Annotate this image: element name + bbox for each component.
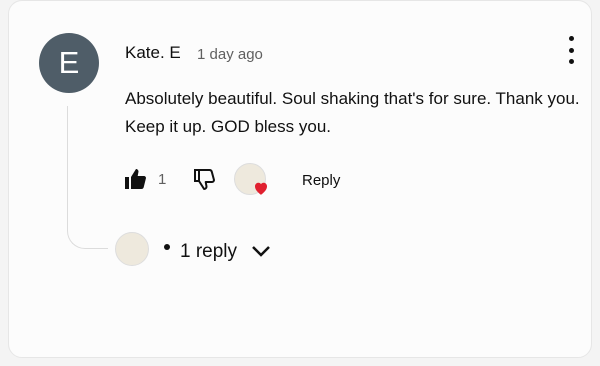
comment-text: Absolutely beautiful. Soul shaking that'… [125, 89, 580, 136]
author-name[interactable]: Kate. E [125, 43, 181, 63]
creator-heart [232, 161, 272, 201]
reply-dot [164, 244, 170, 250]
replies-toggle[interactable]: 1 reply [180, 241, 237, 263]
more-vert-icon [568, 36, 574, 41]
more-options-button[interactable] [563, 36, 579, 64]
reply-button[interactable]: Reply [302, 172, 340, 189]
heart-icon [255, 182, 267, 195]
avatar-initial: E [58, 45, 80, 80]
thumbs-down-icon [194, 169, 215, 190]
author-avatar[interactable]: E [39, 33, 99, 93]
like-button[interactable] [123, 167, 147, 191]
thread-line [67, 106, 108, 249]
reply-author-avatar [115, 232, 149, 266]
comment-card: E Kate. E 1 day ago Absolutely beautiful… [8, 0, 592, 358]
like-count: 1 [158, 171, 167, 188]
comment-time[interactable]: 1 day ago [197, 46, 263, 63]
thumbs-up-icon [125, 169, 146, 189]
chevron-down-icon[interactable] [251, 245, 271, 259]
dislike-button[interactable] [192, 167, 216, 191]
